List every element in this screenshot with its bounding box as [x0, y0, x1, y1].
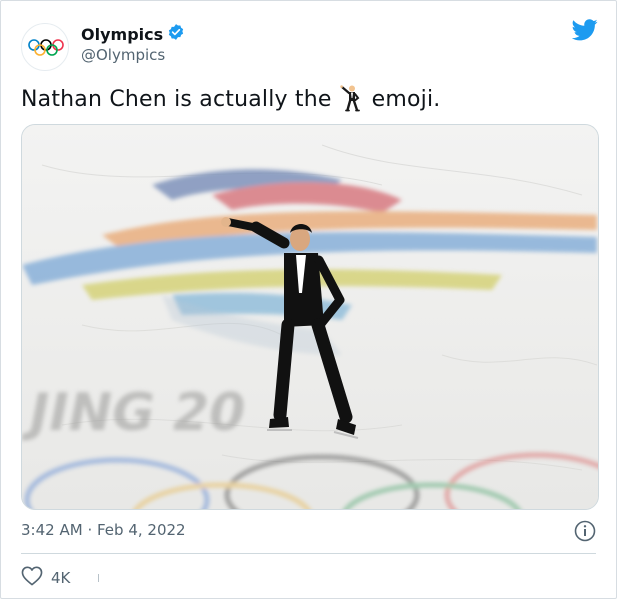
tweet-card: Olympics @Olympics Nathan Chen is actual…: [0, 0, 617, 599]
tweet-text-start: Nathan Chen is actually the: [21, 87, 332, 112]
author-name[interactable]: Olympics: [81, 25, 163, 44]
tweet-timestamp[interactable]: 3:42 AM · Feb 4, 2022: [21, 521, 186, 539]
tweet-header: Olympics @Olympics: [21, 19, 598, 71]
action-divider: [98, 574, 100, 582]
author-handle[interactable]: @Olympics: [81, 46, 165, 64]
heart-icon[interactable]: [21, 566, 43, 590]
tweet-actions: 4K: [21, 566, 100, 590]
tweet-time: 3:42 AM: [21, 521, 83, 539]
skater-photo: JING 20: [22, 125, 598, 509]
info-icon[interactable]: [574, 520, 596, 546]
avatar[interactable]: [21, 23, 69, 71]
timestamp-separator: ·: [87, 521, 93, 539]
tweet-photo[interactable]: JING 20: [21, 124, 599, 510]
olympic-rings-icon: [28, 39, 64, 56]
tweet-text-end: emoji.: [371, 87, 441, 112]
tweet-text: Nathan Chen is actually the emoji.: [21, 84, 440, 112]
twitter-bird-icon[interactable]: [571, 19, 598, 45]
verified-badge-icon: [167, 23, 185, 45]
author-name-row: Olympics: [81, 23, 185, 45]
man-dancing-emoji-icon: [338, 84, 364, 112]
like-count[interactable]: 4K: [51, 569, 70, 587]
tweet-date: Feb 4, 2022: [97, 521, 186, 539]
rink-lettering: JING 20: [22, 383, 245, 443]
divider: [21, 553, 596, 554]
